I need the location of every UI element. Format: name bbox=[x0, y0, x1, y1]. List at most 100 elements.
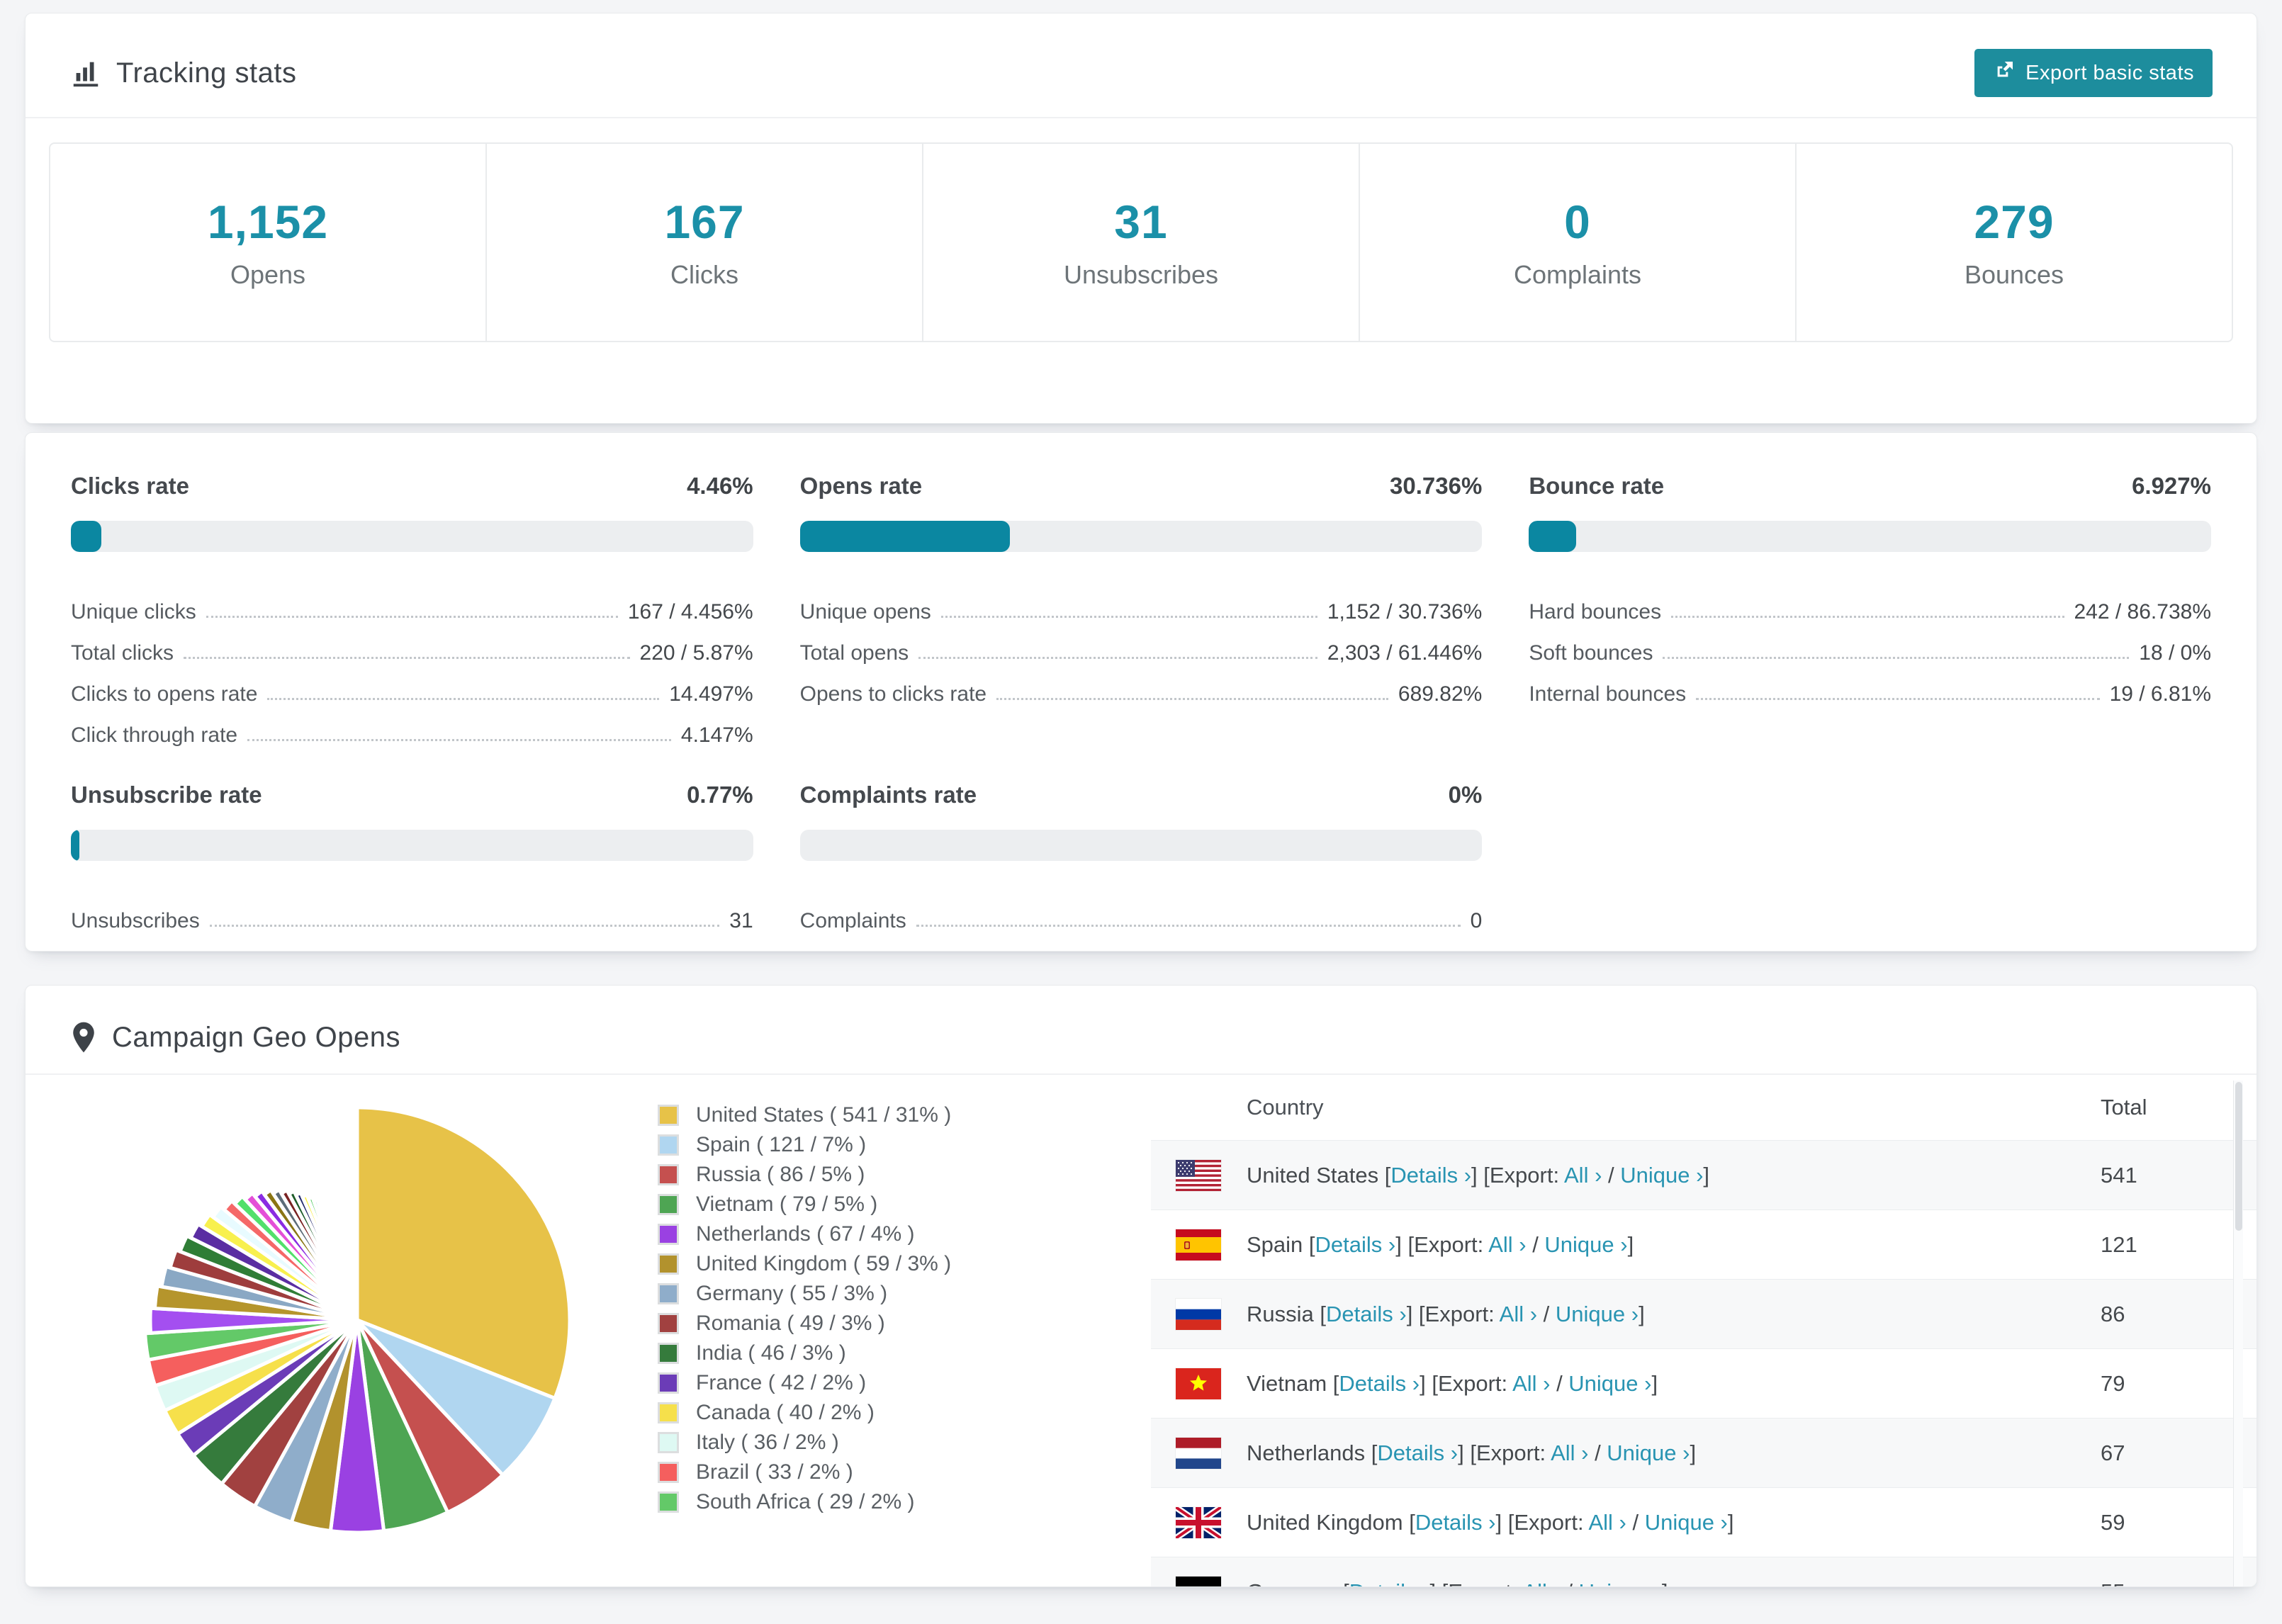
summary-stat-value: 279 bbox=[1974, 196, 2055, 248]
country-cell-text: Germany [Details ›] [Export: All › / Uni… bbox=[1247, 1579, 1668, 1587]
rate-detail-value: 167 / 4.456% bbox=[627, 600, 753, 624]
export-label: ] [Export: bbox=[1395, 1231, 1489, 1257]
details-link[interactable]: Details › bbox=[1326, 1302, 1407, 1326]
country-name: Spain bbox=[1247, 1231, 1309, 1257]
slash: / bbox=[1561, 1579, 1579, 1587]
legend-item[interactable]: Germany ( 55 / 3% ) bbox=[658, 1279, 1083, 1309]
campaign-geo-opens-card: Campaign Geo Opens United States ( 541 /… bbox=[25, 985, 2257, 1587]
summary-stat-cell: 279 Bounces bbox=[1797, 144, 2232, 341]
export-unique-link[interactable]: Unique › bbox=[1556, 1302, 1639, 1326]
legend-swatch bbox=[658, 1313, 679, 1334]
rate-detail-value: 4.147% bbox=[680, 723, 753, 747]
table-scrollbar-thumb[interactable] bbox=[2235, 1082, 2242, 1231]
export-label: ] [Export: bbox=[1495, 1509, 1589, 1535]
geo-section-title: Campaign Geo Opens bbox=[69, 1021, 400, 1054]
rate-block: Unsubscribe rate 0.77% Unsubscribes 31 bbox=[71, 782, 753, 933]
export-unique-link[interactable]: Unique › bbox=[1620, 1163, 1703, 1188]
flag-us-icon bbox=[1176, 1159, 1221, 1191]
flag-de-icon bbox=[1176, 1576, 1221, 1586]
country-name: Germany bbox=[1247, 1579, 1343, 1587]
rate-detail-rows: Unique opens 1,152 / 30.736% Total opens… bbox=[800, 583, 1483, 706]
dotted-leader bbox=[916, 925, 1461, 927]
export-all-link[interactable]: All › bbox=[1500, 1302, 1537, 1326]
export-unique-link[interactable]: Unique › bbox=[1645, 1510, 1728, 1535]
rate-detail-row: Unique opens 1,152 / 30.736% bbox=[800, 583, 1483, 624]
legend-swatch bbox=[658, 1432, 679, 1453]
slash: / bbox=[1588, 1440, 1607, 1465]
rate-progress-track bbox=[71, 521, 753, 552]
rate-title: Unsubscribe rate bbox=[71, 782, 262, 808]
dotted-leader bbox=[1696, 698, 2100, 700]
pie-legend: United States ( 541 / 31% ) Spain ( 121 … bbox=[658, 1100, 1083, 1517]
legend-label: United Kingdom ( 59 / 3% ) bbox=[696, 1252, 952, 1275]
export-unique-link[interactable]: Unique › bbox=[1579, 1579, 1662, 1587]
legend-swatch bbox=[658, 1372, 679, 1394]
slash: / bbox=[1537, 1301, 1556, 1326]
bracket: [ bbox=[1308, 1231, 1315, 1257]
legend-item[interactable]: France ( 42 / 2% ) bbox=[658, 1368, 1083, 1398]
country-cell-text: Russia [Details ›] [Export: All › / Uniq… bbox=[1247, 1302, 1645, 1327]
table-scrollbar[interactable] bbox=[2233, 1081, 2243, 1586]
details-link[interactable]: Details › bbox=[1315, 1232, 1396, 1257]
country-cell-text: United Kingdom [Details ›] [Export: All … bbox=[1247, 1510, 1734, 1535]
rate-detail-label: Unsubscribes bbox=[71, 909, 200, 932]
summary-stat-label: Opens bbox=[230, 260, 306, 289]
rate-detail-label: Unique opens bbox=[799, 600, 931, 624]
flag-ru-icon bbox=[1176, 1298, 1221, 1330]
rate-detail-rows: Hard bounces 242 / 86.738% Soft bounces … bbox=[1529, 583, 2211, 706]
rate-value: 6.927% bbox=[2132, 473, 2211, 499]
country-cell-text: United States [Details ›] [Export: All ›… bbox=[1247, 1163, 1709, 1188]
rate-detail-label: Opens to clicks rate bbox=[799, 682, 987, 706]
legend-item[interactable]: United States ( 541 / 31% ) bbox=[658, 1100, 1083, 1130]
details-link[interactable]: Details › bbox=[1339, 1371, 1420, 1396]
legend-item[interactable]: Canada ( 40 / 2% ) bbox=[658, 1398, 1083, 1428]
export-all-link[interactable]: All › bbox=[1564, 1163, 1602, 1188]
details-link[interactable]: Details › bbox=[1390, 1163, 1471, 1188]
legend-item[interactable]: Spain ( 121 / 7% ) bbox=[658, 1130, 1083, 1160]
legend-item[interactable]: United Kingdom ( 59 / 3% ) bbox=[658, 1249, 1083, 1279]
export-unique-link[interactable]: Unique › bbox=[1568, 1371, 1651, 1396]
bracket: ] bbox=[1727, 1509, 1734, 1535]
legend-swatch bbox=[658, 1105, 679, 1126]
country-name: Vietnam bbox=[1247, 1370, 1333, 1396]
legend-item[interactable]: Netherlands ( 67 / 4% ) bbox=[658, 1219, 1083, 1249]
bracket: [ bbox=[1343, 1579, 1349, 1587]
table-row: United States [Details ›] [Export: All ›… bbox=[1151, 1140, 2256, 1209]
legend-item[interactable]: Italy ( 36 / 2% ) bbox=[658, 1428, 1083, 1457]
export-all-link[interactable]: All › bbox=[1588, 1510, 1626, 1535]
export-all-link[interactable]: All › bbox=[1551, 1440, 1588, 1465]
details-link[interactable]: Details › bbox=[1349, 1579, 1430, 1587]
export-basic-stats-button[interactable]: Export basic stats bbox=[1974, 49, 2213, 97]
legend-item[interactable]: Brazil ( 33 / 2% ) bbox=[658, 1457, 1083, 1487]
bracket: [ bbox=[1409, 1509, 1415, 1535]
details-link[interactable]: Details › bbox=[1415, 1510, 1496, 1535]
legend-label: Canada ( 40 / 2% ) bbox=[696, 1401, 875, 1424]
rate-block: Complaints rate 0% Complaints 0 bbox=[799, 782, 1483, 933]
export-unique-link[interactable]: Unique › bbox=[1607, 1440, 1690, 1465]
tracking-stats-header: Tracking stats Export basic stats bbox=[26, 13, 2256, 97]
export-unique-link[interactable]: Unique › bbox=[1544, 1232, 1627, 1257]
legend-item[interactable]: Romania ( 49 / 3% ) bbox=[658, 1309, 1083, 1338]
rate-block: Opens rate 30.736% Unique opens 1,152 / … bbox=[799, 473, 1483, 748]
country-cell-text: Vietnam [Details ›] [Export: All › / Uni… bbox=[1247, 1371, 1658, 1397]
rate-detail-value: 19 / 6.81% bbox=[2109, 682, 2211, 706]
rate-detail-label: Total opens bbox=[799, 641, 909, 665]
export-all-link[interactable]: All › bbox=[1488, 1232, 1526, 1257]
bracket: [ bbox=[1320, 1301, 1326, 1326]
bracket: ] bbox=[1662, 1579, 1668, 1587]
rate-detail-rows: Unique clicks 167 / 4.456% Total clicks … bbox=[71, 583, 753, 748]
geo-section-title-text: Campaign Geo Opens bbox=[112, 1021, 401, 1053]
legend-item[interactable]: South Africa ( 29 / 2% ) bbox=[658, 1487, 1083, 1517]
legend-item[interactable]: Russia ( 86 / 5% ) bbox=[658, 1160, 1083, 1190]
rate-value: 0.77% bbox=[687, 782, 753, 808]
rate-progress-fill bbox=[799, 521, 1010, 552]
rate-detail-row: Hard bounces 242 / 86.738% bbox=[1529, 583, 2211, 624]
details-link[interactable]: Details › bbox=[1377, 1440, 1458, 1465]
legend-swatch bbox=[658, 1134, 679, 1156]
export-all-link[interactable]: All › bbox=[1522, 1579, 1560, 1587]
export-all-link[interactable]: All › bbox=[1512, 1371, 1550, 1396]
legend-item[interactable]: Vietnam ( 79 / 5% ) bbox=[658, 1190, 1083, 1219]
summary-stat-value: 31 bbox=[1114, 196, 1168, 248]
legend-label: South Africa ( 29 / 2% ) bbox=[696, 1490, 915, 1513]
legend-item[interactable]: India ( 46 / 3% ) bbox=[658, 1338, 1083, 1368]
